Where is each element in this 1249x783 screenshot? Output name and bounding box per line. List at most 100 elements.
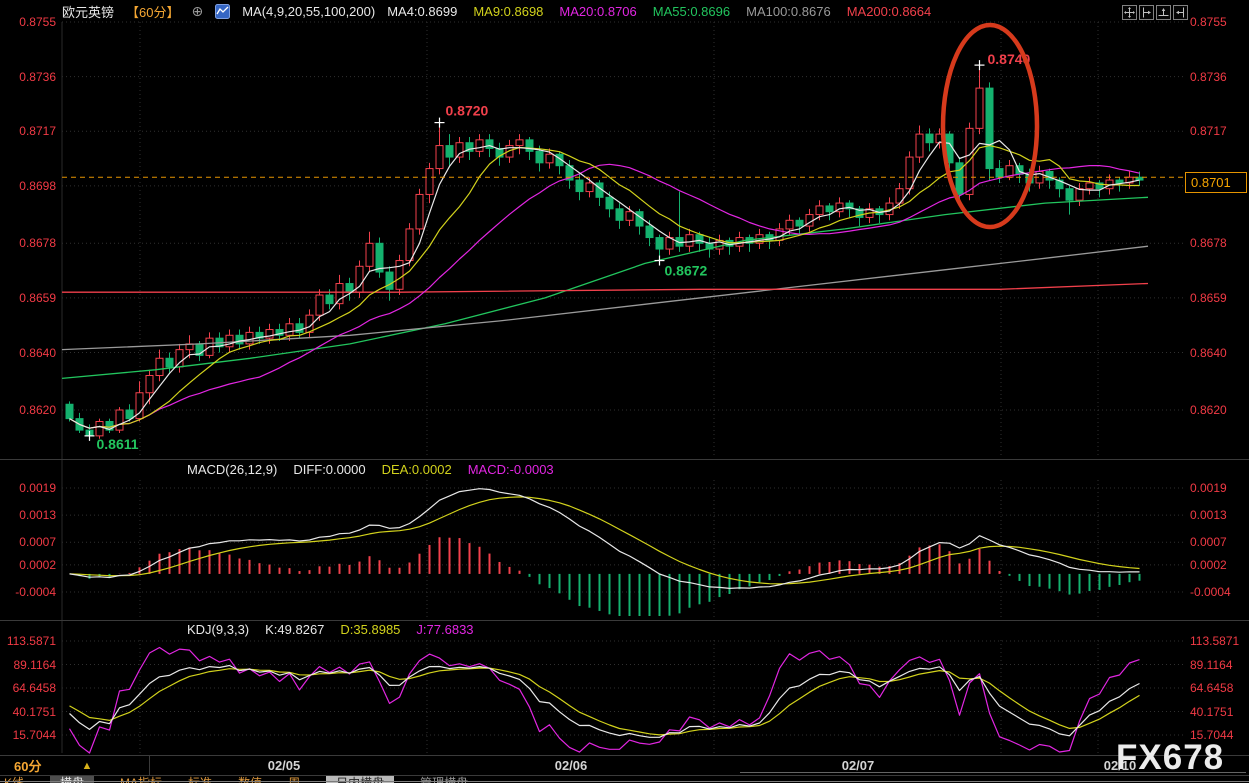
kdj-legend-value: K:49.8267 bbox=[265, 622, 324, 637]
candle-body bbox=[416, 194, 423, 228]
ma-legend-value: MA100:0.8676 bbox=[746, 4, 831, 19]
date-axis-label: 02/05 bbox=[268, 758, 301, 773]
ma-legend-values: MA4:0.8699MA9:0.8698MA20:0.8706MA55:0.86… bbox=[387, 4, 931, 19]
price-axis-label-right: 0.8640 bbox=[1190, 347, 1227, 359]
kdj-legend-value: D:35.8985 bbox=[340, 622, 400, 637]
price-axis-label-left: 0.8736 bbox=[0, 71, 56, 83]
main-chart-legend: 欧元英镑 【60分】 ⊕ MA(4,9,20,55,100,200) MA4:0… bbox=[62, 3, 931, 19]
candle-body bbox=[826, 206, 833, 212]
candle-body bbox=[346, 284, 353, 293]
macd-axis-label-left: 0.0007 bbox=[0, 536, 56, 548]
candle-body bbox=[386, 272, 393, 289]
candle-body bbox=[546, 154, 553, 163]
ma-params-label: MA(4,9,20,55,100,200) bbox=[242, 4, 375, 19]
kdj-k-line bbox=[70, 666, 1140, 738]
kdj-axis-label-left: 40.1751 bbox=[0, 706, 56, 718]
period-selector[interactable]: 60分 ▲ bbox=[0, 756, 150, 775]
date-axis-label: 02/07 bbox=[842, 758, 875, 773]
candle-body bbox=[486, 140, 493, 149]
window-edge bbox=[0, 781, 1249, 782]
kdj-axis-label-right: 89.1164 bbox=[1190, 659, 1233, 671]
macd-axis-label-left: 0.0013 bbox=[0, 509, 56, 521]
candle-body bbox=[976, 88, 983, 128]
macd-axis-label-right: -0.0004 bbox=[1190, 586, 1231, 598]
macd-axis-label-right: 0.0002 bbox=[1190, 559, 1227, 571]
price-axis-label-left: 0.8678 bbox=[0, 237, 56, 249]
candle-body bbox=[116, 410, 123, 430]
macd-legend-value: MACD(26,12,9) bbox=[187, 462, 277, 477]
annotations: 0.87200.87400.86720.8611 bbox=[85, 25, 1038, 452]
candle-body bbox=[616, 209, 623, 220]
candle-body bbox=[406, 229, 413, 261]
grid bbox=[62, 22, 1183, 753]
kdj-j-line bbox=[70, 648, 1140, 754]
candle-body bbox=[1116, 180, 1123, 183]
candle-body bbox=[696, 235, 703, 244]
period-tag: 【60分】 bbox=[126, 2, 179, 21]
add-indicator-icon[interactable]: ⊕ bbox=[191, 3, 203, 20]
candle-body bbox=[176, 350, 183, 367]
price-axis-label-right: 0.8736 bbox=[1190, 71, 1227, 83]
macd-axis-label-right: 0.0013 bbox=[1190, 509, 1227, 521]
price-axis-label-left: 0.8620 bbox=[0, 404, 56, 416]
chart-canvas[interactable]: 0.87200.87400.86720.8611 bbox=[0, 0, 1249, 783]
candle-body bbox=[916, 134, 923, 157]
current-price-tag: 0.8701 bbox=[1185, 172, 1247, 193]
candle-body bbox=[246, 332, 253, 343]
ma-legend-value: MA20:0.8706 bbox=[559, 4, 636, 19]
candle-body bbox=[476, 140, 483, 151]
ma-overlay-MA200 bbox=[62, 284, 1148, 293]
candle-body bbox=[1066, 189, 1073, 200]
candle-body bbox=[796, 220, 803, 226]
candle-body bbox=[156, 358, 163, 375]
macd-axis-label-right: 0.0019 bbox=[1190, 482, 1227, 494]
candle-body bbox=[646, 226, 653, 237]
crosshair-icon[interactable] bbox=[1122, 5, 1137, 20]
candle-body bbox=[926, 134, 933, 143]
candle-body bbox=[586, 183, 593, 192]
candle-body bbox=[96, 421, 103, 435]
price-axis-label-right: 0.8659 bbox=[1190, 292, 1227, 304]
left-axis-icon[interactable] bbox=[1139, 5, 1154, 20]
bottom-axis-icon[interactable] bbox=[1156, 5, 1171, 20]
period-selector-arrow: ▲ bbox=[81, 760, 92, 772]
candle-body bbox=[536, 151, 543, 162]
chart-toolbar bbox=[1122, 5, 1188, 20]
macd-panel bbox=[70, 489, 1140, 616]
ma-line-20 bbox=[70, 164, 1140, 428]
macd-legend-value: DEA:0.0002 bbox=[382, 462, 452, 477]
candle-body bbox=[516, 140, 523, 146]
kdj-legend-value: J:77.6833 bbox=[416, 622, 473, 637]
current-price-value: 0.8701 bbox=[1191, 175, 1231, 190]
symbol-name: 欧元英镑 bbox=[62, 2, 114, 21]
candle-body bbox=[316, 295, 323, 315]
candle-body bbox=[166, 358, 173, 367]
price-axis-label-left: 0.8755 bbox=[0, 16, 56, 28]
price-axis-label-left: 0.8698 bbox=[0, 180, 56, 192]
candle-body bbox=[816, 206, 823, 215]
price-axis-label-right: 0.8717 bbox=[1190, 125, 1227, 137]
macd-legend-value: MACD:-0.0003 bbox=[468, 462, 554, 477]
indicator-chart-icon bbox=[215, 4, 230, 19]
macd-axis-label-left: 0.0019 bbox=[0, 482, 56, 494]
period-selector-label: 60分 bbox=[14, 756, 41, 775]
fx678-watermark: FX678 bbox=[1116, 738, 1224, 778]
macd-legend: MACD(26,12,9)DIFF:0.0000DEA:0.0002MACD:-… bbox=[187, 461, 554, 477]
kdj-axis-label-left: 113.5871 bbox=[0, 635, 56, 647]
kdj-axis-label-left: 15.7044 bbox=[0, 729, 56, 741]
kdj-axis-label-right: 64.6458 bbox=[1190, 682, 1233, 694]
kdj-legend-value: KDJ(9,3,3) bbox=[187, 622, 249, 637]
kdj-axis-label-right: 113.5871 bbox=[1190, 635, 1239, 647]
candle-body bbox=[1076, 189, 1083, 200]
candle-body bbox=[236, 335, 243, 344]
ma-lines bbox=[62, 141, 1148, 430]
candle-body bbox=[426, 169, 433, 195]
right-axis-icon[interactable] bbox=[1173, 5, 1188, 20]
ma-legend-value: MA200:0.8664 bbox=[847, 4, 932, 19]
panel-separator bbox=[0, 620, 1249, 621]
candle-body bbox=[66, 404, 73, 418]
panel-separator bbox=[0, 755, 1249, 756]
candle-body bbox=[626, 212, 633, 221]
price-axis-label-right: 0.8620 bbox=[1190, 404, 1227, 416]
ma-legend-value: MA55:0.8696 bbox=[653, 4, 730, 19]
